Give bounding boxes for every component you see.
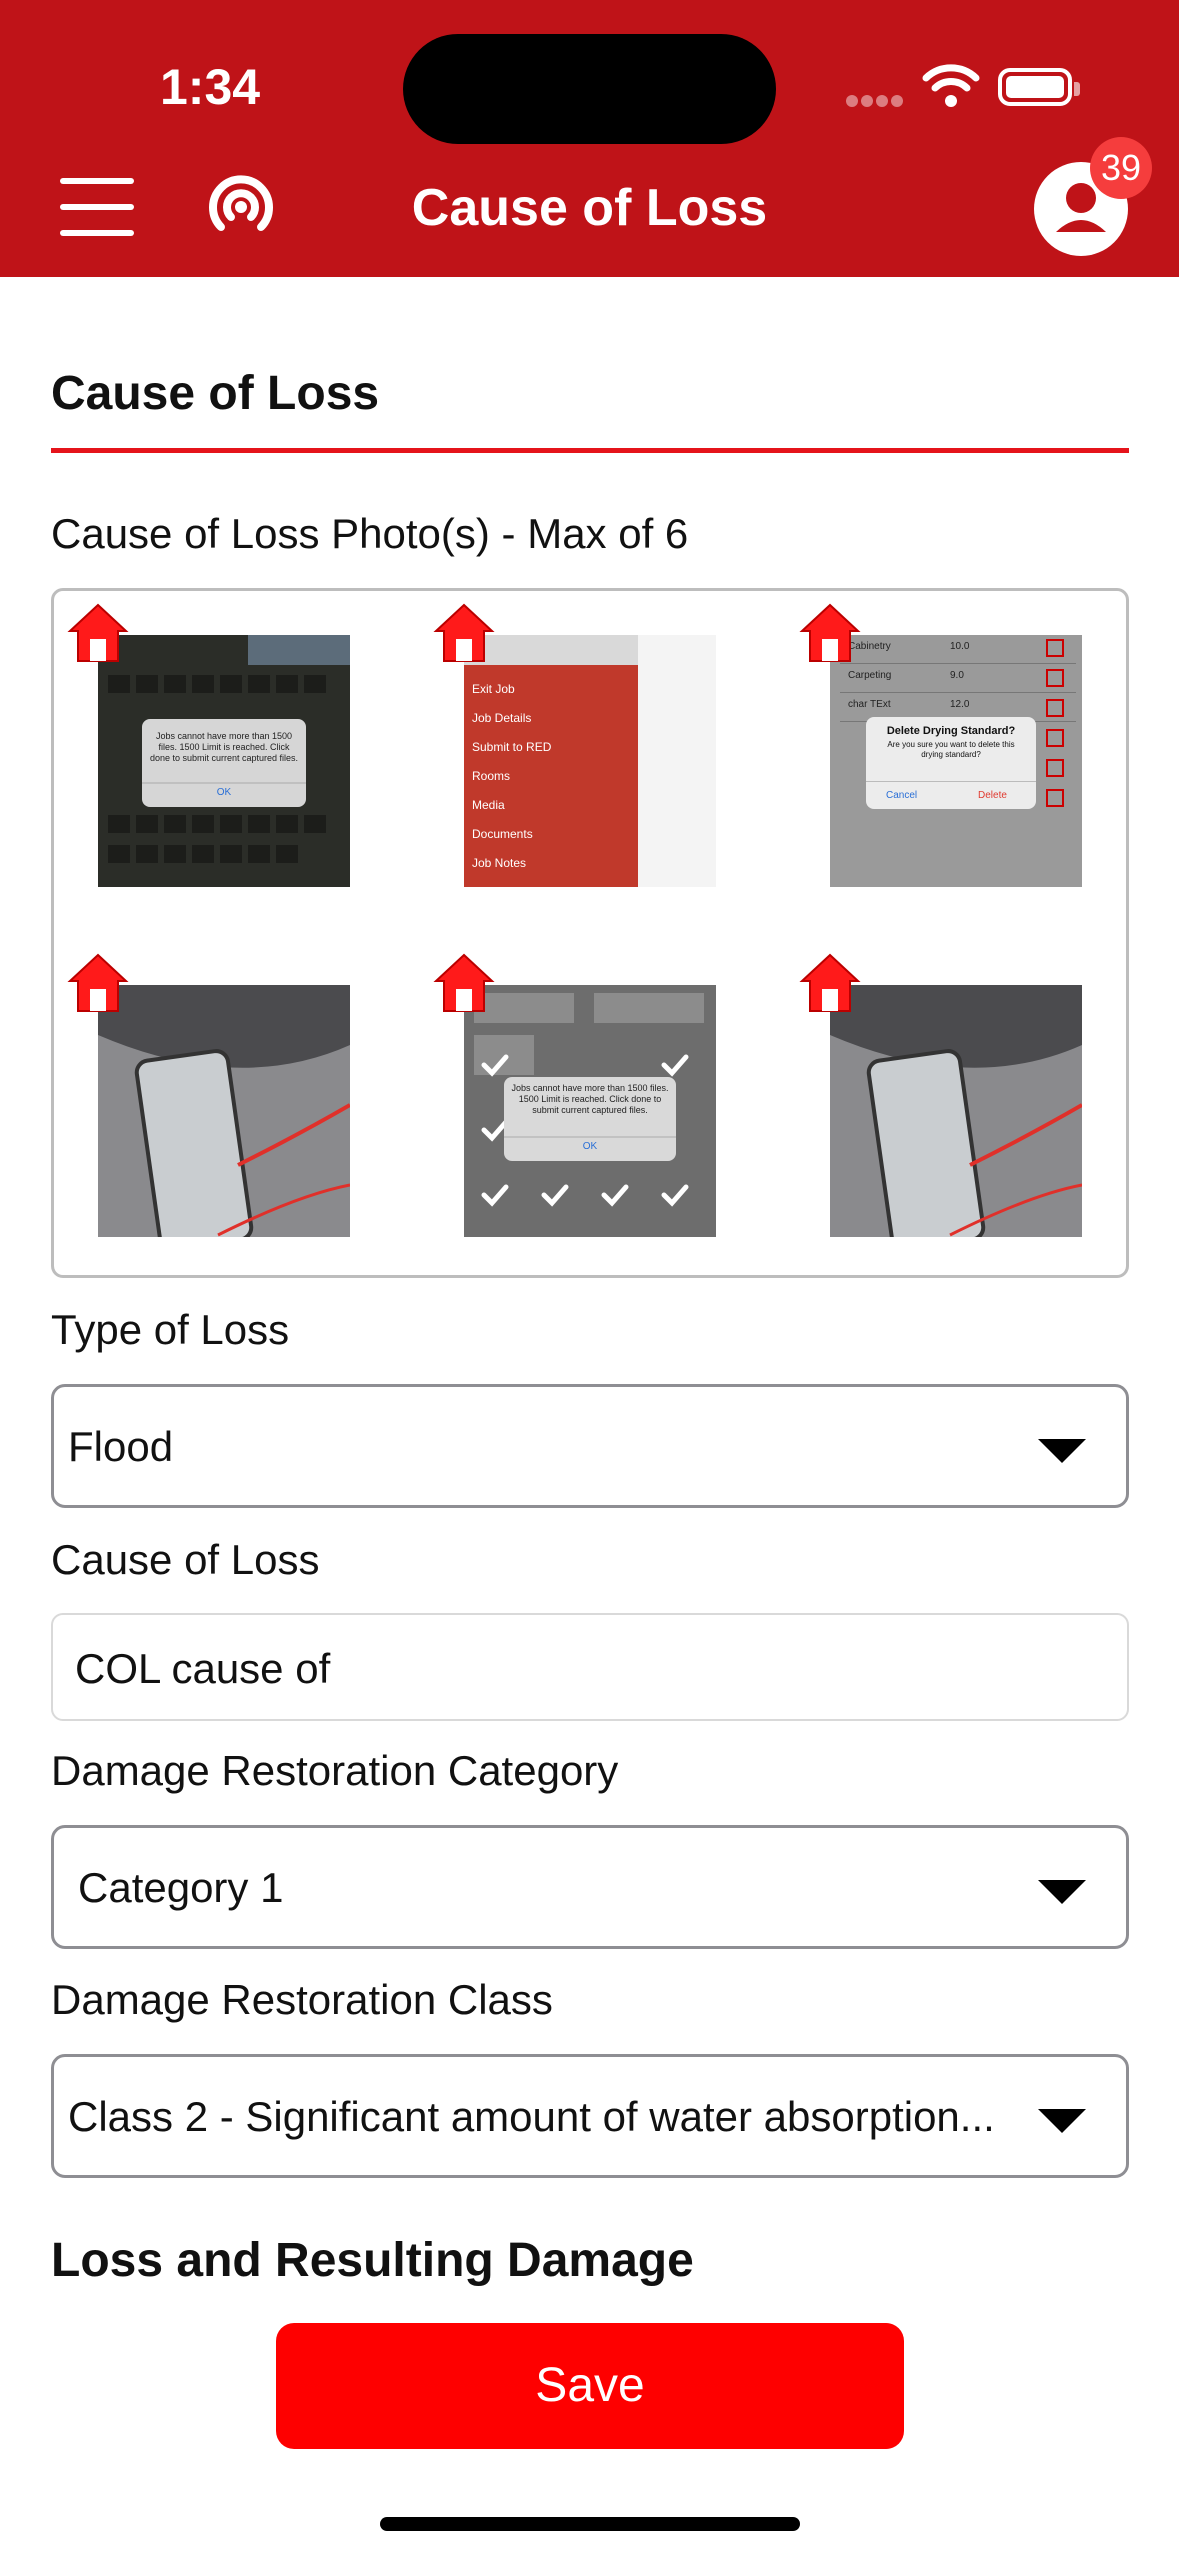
dynamic-island [403,34,776,144]
type-of-loss-select[interactable]: Flood [51,1384,1129,1508]
photo-thumbnail[interactable]: Jobs cannot have more than 1500 files. 1… [464,985,716,1237]
app-header: 1:34 Cause of Loss 39 [0,0,1179,277]
status-time: 1:34 [160,59,261,115]
save-button[interactable]: Save [276,2323,904,2449]
photos-label: Cause of Loss Photo(s) - Max of 6 [51,510,689,557]
home-icon[interactable] [432,951,496,1015]
page-title: Cause of Loss [411,179,768,237]
type-of-loss-label: Type of Loss [51,1306,290,1353]
category-value: Category 1 [78,1864,284,1911]
battery-icon [998,68,1080,106]
menu-item: Submit to RED [472,740,552,754]
dropdown-caret-icon [1038,2109,1086,2133]
menu-item: Exit Job [472,682,515,696]
photo-thumbnail[interactable]: Jobs cannot have more than 1500 files. 1… [98,635,350,887]
cause-of-loss-input[interactable]: COL cause of [51,1613,1129,1721]
dialog-ok: OK [582,1141,598,1152]
dropdown-caret-icon [1038,1439,1086,1463]
dropdown-caret-icon [1038,1880,1086,1904]
home-icon[interactable] [798,601,862,665]
photo-thumbnail[interactable] [830,985,1082,1237]
cause-of-loss-value: COL cause of [75,1645,331,1692]
menu-item: Media [472,798,505,812]
home-icon[interactable] [66,951,130,1015]
loss-damage-heading: Loss and Resulting Damage [51,2234,694,2287]
class-value: Class 2 - Significant amount of water ab… [68,2093,995,2140]
menu-screenshot: Exit Job Job Details Submit to RED Rooms… [472,675,551,878]
photo-thumbnail[interactable]: Exit Job Job Details Submit to RED Rooms… [464,635,716,887]
section-divider [51,448,1129,453]
class-select[interactable]: Class 2 - Significant amount of water ab… [51,2054,1129,2178]
home-icon[interactable] [66,601,130,665]
dialog-message: Jobs cannot have more than 1500 files. 1… [149,731,299,763]
menu-item: Job Notes [472,856,527,870]
notification-badge[interactable]: 39 [1090,137,1152,199]
class-label: Damage Restoration Class [51,1976,553,2023]
confirm-dialog: Delete Drying Standard? Are you sure you… [866,717,1036,809]
photo-gallery: Jobs cannot have more than 1500 files. 1… [51,588,1129,1278]
phone-photo [98,985,350,1237]
photo-thumbnail[interactable]: Cabinetry 10.0 Carpeting 9.0 char TExt 1… [830,635,1082,887]
cellular-signal-icon [846,94,906,112]
dialog-ok: OK [216,787,232,798]
menu-item: Job Details [472,711,532,725]
cause-of-loss-label: Cause of Loss [51,1536,320,1583]
menu-item: Rooms [472,769,511,783]
home-icon[interactable] [432,601,496,665]
section-title: Cause of Loss [51,367,380,420]
wifi-icon [922,64,980,107]
menu-item: Documents [472,827,533,841]
category-select[interactable]: Category 1 [51,1825,1129,1949]
table-screenshot: Cabinetry 10.0 Carpeting 9.0 char TExt 1… [840,635,1076,722]
type-of-loss-value: Flood [68,1423,174,1470]
category-label: Damage Restoration Category [51,1747,619,1794]
home-icon[interactable] [798,951,862,1015]
phone-photo [830,985,1082,1237]
home-indicator[interactable] [380,2517,800,2531]
dialog-message: Jobs cannot have more than 1500 files. 1… [511,1083,669,1115]
photo-thumbnail[interactable] [98,985,350,1237]
